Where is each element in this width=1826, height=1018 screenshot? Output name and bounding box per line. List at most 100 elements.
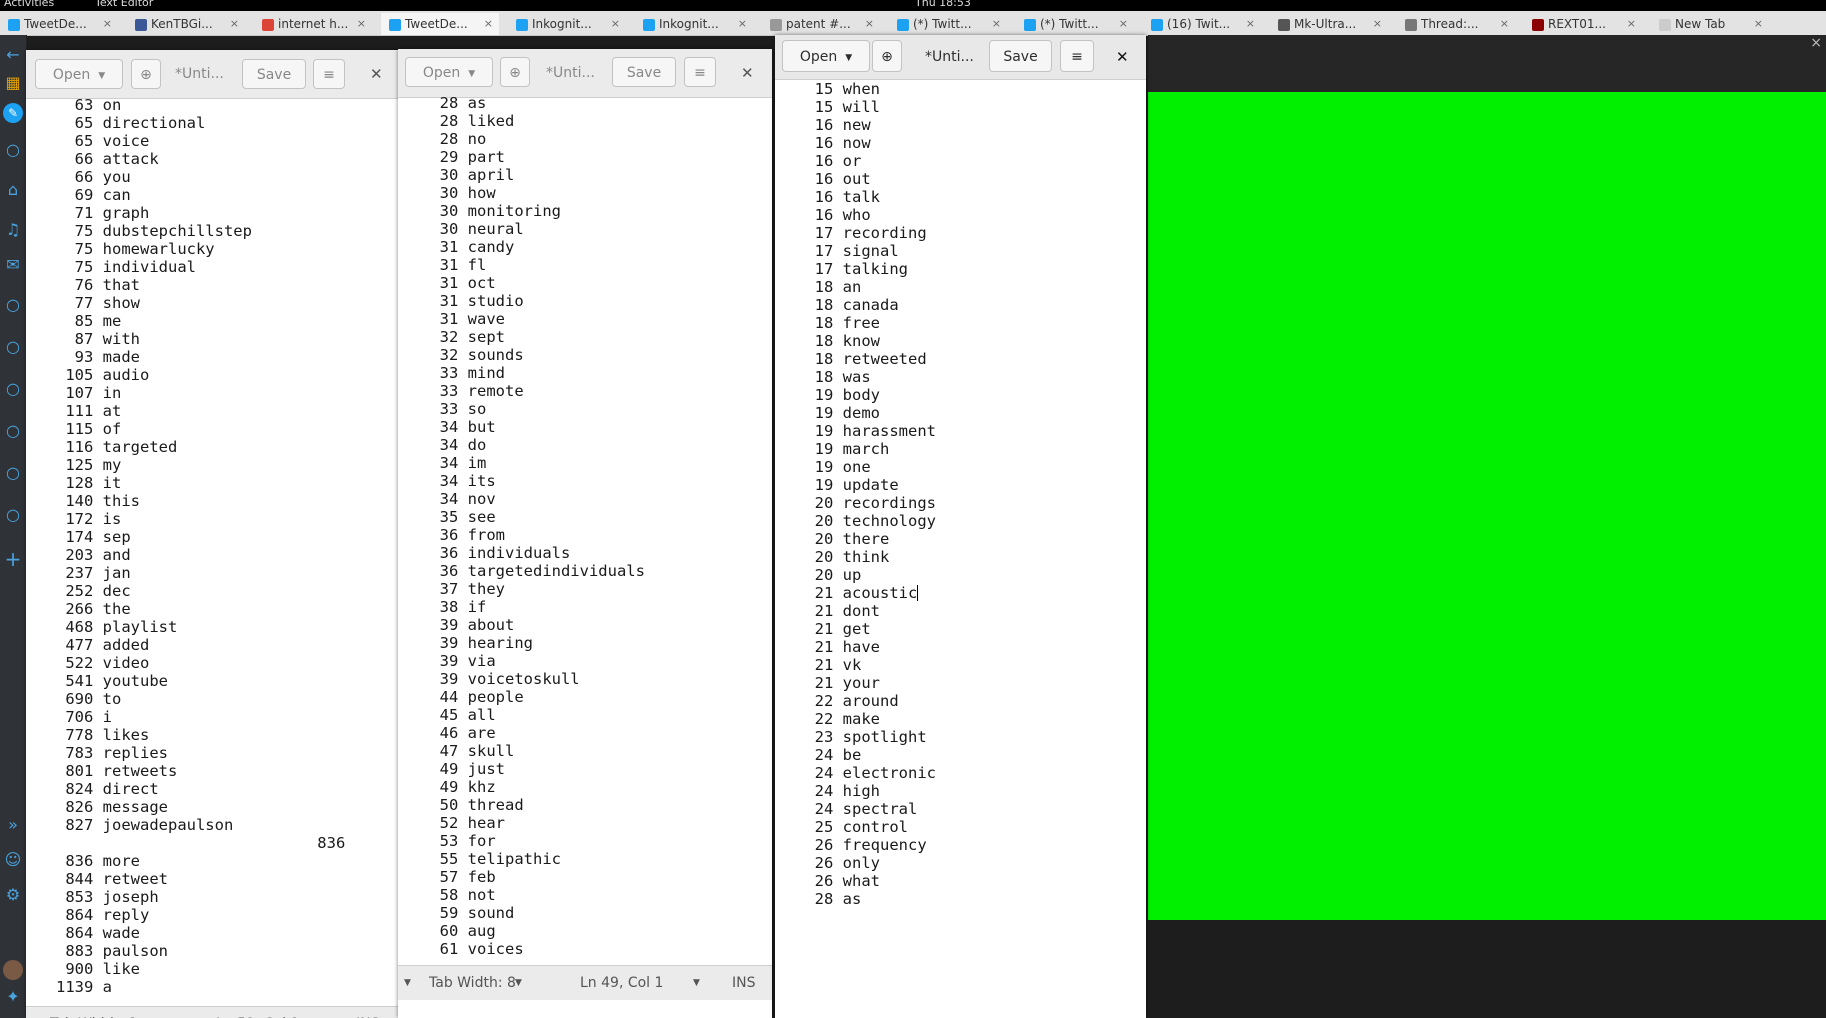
- browser-tab[interactable]: patent #... ×: [762, 13, 880, 35]
- tab-width-selector[interactable]: Tab Width: 8: [429, 966, 516, 1000]
- text-line: 31 wave: [421, 310, 505, 328]
- apps-grid-icon[interactable]: ▦: [0, 73, 26, 92]
- clock[interactable]: Thu 18:53: [915, 0, 971, 8]
- close-icon[interactable]: ✕: [1116, 35, 1129, 79]
- new-tab-icon: ⊕: [509, 65, 521, 81]
- home-icon[interactable]: ⌂: [0, 180, 26, 199]
- close-icon[interactable]: ✕: [741, 49, 754, 97]
- status-bar: ▼ Tab Width: 8 ▼ Ln 49, Col 1 ▼ INS: [398, 965, 772, 1000]
- close-tab-icon[interactable]: ×: [1500, 13, 1509, 35]
- browser-tab[interactable]: (*) Twitt... ×: [889, 13, 1007, 35]
- text-line: 33 remote: [421, 382, 524, 400]
- activities-button[interactable]: Activities: [4, 0, 54, 8]
- text-line: 883 paulson: [56, 942, 168, 960]
- browser-tab[interactable]: TweetDe... ×: [381, 13, 499, 35]
- close-tab-icon[interactable]: ×: [484, 13, 493, 35]
- document-title: *Unti...: [175, 66, 224, 82]
- menu-button[interactable]: ≡: [1060, 40, 1094, 72]
- text-line: 66 you: [56, 168, 131, 186]
- twitter-bird-icon[interactable]: ✦: [0, 987, 26, 1006]
- expand-icon[interactable]: »: [0, 815, 26, 834]
- new-document-button[interactable]: ⊕: [131, 59, 161, 89]
- cursor-position[interactable]: Ln 49, Col 1: [580, 966, 663, 1000]
- close-tab-icon[interactable]: ×: [103, 13, 112, 35]
- search-column-icon[interactable]: ○: [0, 295, 26, 314]
- open-button[interactable]: Open ▼: [782, 40, 870, 72]
- close-tab-icon[interactable]: ×: [992, 13, 1001, 35]
- close-icon[interactable]: ✕: [370, 50, 383, 98]
- search-column-icon-3[interactable]: ○: [0, 379, 26, 398]
- text-line: 58 not: [421, 886, 496, 904]
- text-line: 522 video: [56, 654, 150, 672]
- text-line: 468 playlist: [56, 618, 178, 636]
- cursor-position[interactable]: Ln 51, Col 1: [216, 1007, 299, 1018]
- open-button[interactable]: Open ▼: [405, 57, 493, 87]
- browser-tab[interactable]: Inkognit... ×: [508, 13, 626, 35]
- text-content[interactable]: 15 when 15 will 16 new 16 now 16 or 16 o…: [796, 80, 936, 908]
- close-tab-icon[interactable]: ×: [1754, 13, 1763, 35]
- search-column-icon-4[interactable]: ○: [0, 421, 26, 440]
- search-column-icon-2[interactable]: ○: [0, 337, 26, 356]
- browser-tab[interactable]: (*) Twitt... ×: [1016, 13, 1134, 35]
- text-line: 87 with: [56, 330, 140, 348]
- text-line: 16 who: [796, 206, 871, 224]
- close-tab-icon[interactable]: ×: [1627, 13, 1636, 35]
- text-line: 31 candy: [421, 238, 515, 256]
- text-line: 22 around: [796, 692, 899, 710]
- menu-button[interactable]: ≡: [313, 59, 345, 89]
- text-content[interactable]: 63 on 65 directional 65 voice 66 attack …: [56, 96, 345, 996]
- text-line: 17 signal: [796, 242, 899, 260]
- close-tab-icon[interactable]: ×: [230, 13, 239, 35]
- search-icon[interactable]: ○: [0, 140, 26, 159]
- text-line: 52 hear: [421, 814, 505, 832]
- new-tab-icon: ⊕: [140, 67, 152, 83]
- close-tab-icon[interactable]: ×: [1246, 13, 1255, 35]
- save-button[interactable]: Save: [989, 40, 1052, 72]
- open-button[interactable]: Open ▼: [35, 59, 123, 89]
- settings-gear-icon[interactable]: ⚙: [0, 885, 26, 904]
- text-line: 22 make: [796, 710, 880, 728]
- text-content[interactable]: 28 as 28 liked 28 no 29 part 30 april 30…: [421, 94, 645, 958]
- text-line: 61 voices: [421, 940, 524, 958]
- browser-tab[interactable]: TweetDe... ×: [0, 13, 118, 35]
- text-line: 29 part: [421, 148, 505, 166]
- text-line: 39 about: [421, 616, 515, 634]
- tab-width-selector[interactable]: Tab Width: 8: [50, 1007, 137, 1018]
- save-button[interactable]: Save: [242, 59, 306, 89]
- browser-tab[interactable]: Mk-Ultra... ×: [1270, 13, 1388, 35]
- close-tab-icon[interactable]: ×: [357, 13, 366, 35]
- notifications-bell-icon[interactable]: ♫: [0, 220, 26, 239]
- browser-tab[interactable]: Inkognit... ×: [635, 13, 753, 35]
- new-document-button[interactable]: ⊕: [500, 57, 530, 87]
- browser-tab[interactable]: New Tab ×: [1651, 13, 1769, 35]
- new-document-button[interactable]: ⊕: [872, 40, 902, 72]
- close-tab-icon[interactable]: ×: [738, 13, 747, 35]
- compose-tweet-icon[interactable]: ✎: [3, 103, 23, 123]
- accounts-icon[interactable]: ☺: [0, 850, 26, 869]
- text-line: 140 this: [56, 492, 140, 510]
- close-tab-icon[interactable]: ×: [611, 13, 620, 35]
- browser-tab[interactable]: Thread:... ×: [1397, 13, 1515, 35]
- menu-button[interactable]: ≡: [684, 57, 716, 87]
- search-column-icon-6[interactable]: ○: [0, 505, 26, 524]
- browser-tab[interactable]: internet h... ×: [254, 13, 372, 35]
- close-icon[interactable]: ×: [1810, 35, 1822, 51]
- chevron-down-icon: ▼: [98, 71, 106, 81]
- favicon-icon: [897, 18, 909, 31]
- add-column-icon[interactable]: +: [0, 547, 26, 571]
- avatar[interactable]: [3, 960, 23, 980]
- close-tab-icon[interactable]: ×: [865, 13, 874, 35]
- close-tab-icon[interactable]: ×: [1119, 13, 1128, 35]
- chevron-down-icon[interactable]: ▼: [404, 966, 411, 1000]
- text-line: 16 now: [796, 134, 871, 152]
- search-column-icon-5[interactable]: ○: [0, 463, 26, 482]
- browser-tab[interactable]: (16) Twit... ×: [1143, 13, 1261, 35]
- back-arrow-icon[interactable]: ←: [0, 45, 26, 64]
- app-menu-label[interactable]: Text Editor: [95, 0, 153, 8]
- browser-tab[interactable]: REXT01... ×: [1524, 13, 1642, 35]
- close-tab-icon[interactable]: ×: [1373, 13, 1382, 35]
- text-line: 63 on: [56, 96, 122, 114]
- messages-icon[interactable]: ✉: [0, 255, 26, 274]
- save-button[interactable]: Save: [612, 57, 676, 87]
- browser-tab[interactable]: KenTBGi... ×: [127, 13, 245, 35]
